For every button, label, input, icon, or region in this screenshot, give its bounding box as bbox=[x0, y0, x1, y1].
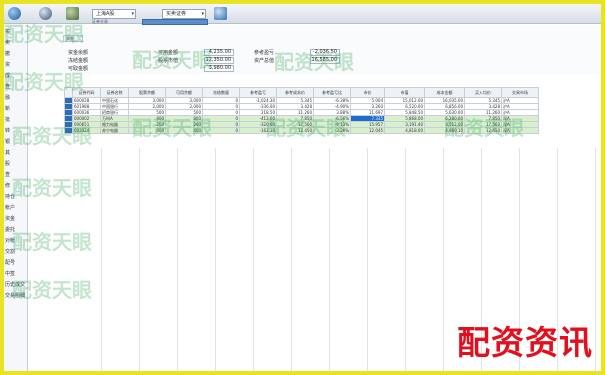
account-select[interactable]: 上海A股 ▾ bbox=[92, 9, 136, 19]
table-cell: -162.10 bbox=[239, 127, 277, 134]
corner-brand-watermark: 配资资讯 bbox=[457, 323, 593, 362]
sidebar-item[interactable]: 中签 bbox=[5, 270, 15, 277]
sidebar-item[interactable]: 配号 bbox=[5, 259, 15, 266]
summary-value: 12,350.00 bbox=[204, 57, 234, 64]
sell-icon[interactable] bbox=[39, 7, 52, 20]
table-header-row: 证券代码 证券名称 股票余额 可用余额 冻结数量 参考盈亏 参考成本价 参考盈亏比 市价 市值 成本… bbox=[64, 87, 539, 98]
sidebar-item[interactable]: 修 bbox=[5, 182, 10, 189]
column-header[interactable]: 市价 bbox=[350, 87, 385, 98]
table-cell: 400 bbox=[128, 127, 166, 134]
view-select-value: 买卖证券 bbox=[166, 11, 187, 17]
table-cell: 12.045 bbox=[350, 127, 385, 134]
column-header[interactable]: 参考盈亏比 bbox=[313, 87, 351, 98]
summary-value: 4,235.00 bbox=[204, 49, 234, 56]
sidebar-item[interactable]: 查 bbox=[5, 83, 10, 90]
column-header[interactable]: 证券代码 bbox=[72, 87, 101, 98]
summary-label: 资产总值 bbox=[254, 58, 275, 64]
summary-field-label: 股票市值 bbox=[158, 58, 179, 64]
summary-label: 冻结金额 bbox=[68, 58, 89, 64]
column-header[interactable]: 冻结数量 bbox=[202, 87, 240, 98]
sidebar-item[interactable]: 交割 bbox=[5, 248, 15, 255]
sidebar-item[interactable]: 银 bbox=[5, 138, 10, 145]
table-cell: 4,980.10 bbox=[424, 127, 465, 134]
table-cell: 12.450 bbox=[276, 127, 314, 134]
summary-value: -2,036.50 bbox=[310, 49, 340, 56]
column-header[interactable]: 股票余额 bbox=[128, 87, 166, 98]
app-window: 上海A股 ▾ 买卖证券 ▾ 证券交易 买卖撤资成查融新批转银其股查修持仓 帐户 资金… bbox=[4, 4, 601, 371]
refresh-icon[interactable] bbox=[214, 7, 227, 20]
tab-funds[interactable]: 资金 bbox=[63, 35, 83, 42]
holdings-table: 证券代码 证券名称 股票余额 可用余额 冻结数量 参考盈亏 参考成本价 参考盈亏比 市价 市值 成本… bbox=[64, 87, 539, 134]
table-cell: 400 bbox=[165, 127, 203, 134]
view-select[interactable]: 买卖证券 ▾ bbox=[162, 9, 206, 19]
chevron-down-icon: ▾ bbox=[201, 11, 204, 17]
sidebar-item[interactable]: 持仓 bbox=[5, 193, 15, 200]
sidebar-item[interactable]: 股 bbox=[5, 160, 10, 167]
table-cell: 002024 bbox=[72, 127, 101, 134]
sidebar-item[interactable]: 卖 bbox=[5, 39, 10, 46]
account-select-value: 上海A股 bbox=[96, 11, 115, 17]
sidebar-item[interactable]: 成 bbox=[5, 72, 10, 79]
sidebar-item[interactable]: 其 bbox=[5, 149, 10, 156]
summary-field-label: 可用金额 bbox=[158, 50, 179, 56]
table-cell: 苏宁电器 bbox=[100, 127, 129, 134]
sidebar-item[interactable]: 帐户 bbox=[5, 204, 15, 211]
table-cell: -3.26% bbox=[313, 127, 351, 134]
column-header[interactable]: 参考盈亏 bbox=[239, 87, 277, 98]
column-header[interactable] bbox=[64, 87, 73, 98]
row-selector[interactable] bbox=[64, 127, 73, 134]
buy-icon[interactable] bbox=[8, 7, 21, 20]
sidebar-item[interactable]: 对帐 bbox=[5, 237, 15, 244]
column-header[interactable]: 市值 bbox=[384, 87, 425, 98]
sidebar-item[interactable]: 资 bbox=[5, 61, 10, 68]
chevron-down-icon: ▾ bbox=[131, 11, 134, 17]
sidebar-item[interactable]: 买 bbox=[5, 28, 10, 35]
summary-label: 资金余额 bbox=[68, 50, 89, 56]
summary-value: 16,585.00 bbox=[310, 57, 340, 64]
summary-label: 参考盈亏 bbox=[254, 50, 275, 56]
table-row[interactable]: 002024 苏宁电器 400 400 0 -162.10 12.450 -3.26% 12.0… bbox=[64, 127, 539, 134]
sidebar-item[interactable]: 融 bbox=[5, 94, 10, 101]
sidebar-item[interactable]: 撤 bbox=[5, 50, 10, 57]
toolbar: 上海A股 ▾ 买卖证券 ▾ 证券交易 bbox=[4, 4, 601, 25]
table-cell: 4,818.00 bbox=[384, 127, 425, 134]
table-cell: 深A bbox=[501, 127, 539, 134]
sidebar-item[interactable]: 批 bbox=[5, 116, 10, 123]
sidebar-item[interactable]: 历史成交 bbox=[5, 281, 25, 288]
account-summary-panel: 资金 资金余额 可用金额 4,235.00 参考盈亏 -2,036.50 冻结金额 股票市值… bbox=[28, 25, 601, 75]
column-header[interactable]: 参考成本价 bbox=[276, 87, 314, 98]
summary-label: 可取金额 bbox=[68, 66, 89, 72]
cancel-order-icon[interactable] bbox=[66, 7, 79, 20]
sidebar-item[interactable]: 交易明细 bbox=[5, 292, 25, 299]
sidebar-item[interactable]: 查 bbox=[5, 171, 10, 178]
sidebar-item[interactable]: 委托 bbox=[5, 226, 15, 233]
column-header[interactable]: 交易市场 bbox=[501, 87, 539, 98]
column-header[interactable]: 证券名称 bbox=[100, 87, 129, 98]
sidebar-item[interactable]: 新 bbox=[5, 105, 10, 112]
column-header[interactable]: 买入均价 bbox=[464, 87, 502, 98]
column-header[interactable]: 成本金额 bbox=[424, 87, 465, 98]
column-header[interactable]: 可用余额 bbox=[165, 87, 203, 98]
table-cell: 12.450 bbox=[464, 127, 502, 134]
summary-value: 3,980.00 bbox=[204, 65, 234, 72]
table-cell: 0 bbox=[202, 127, 240, 134]
sidebar-item[interactable]: 转 bbox=[5, 127, 10, 134]
sidebar: 买卖撤资成查融新批转银其股查修持仓 帐户 资金 委托 对帐 交割 配号 中签 历史成交 交易明细 bbox=[4, 25, 28, 371]
sidebar-item[interactable]: 资金 bbox=[5, 215, 15, 222]
